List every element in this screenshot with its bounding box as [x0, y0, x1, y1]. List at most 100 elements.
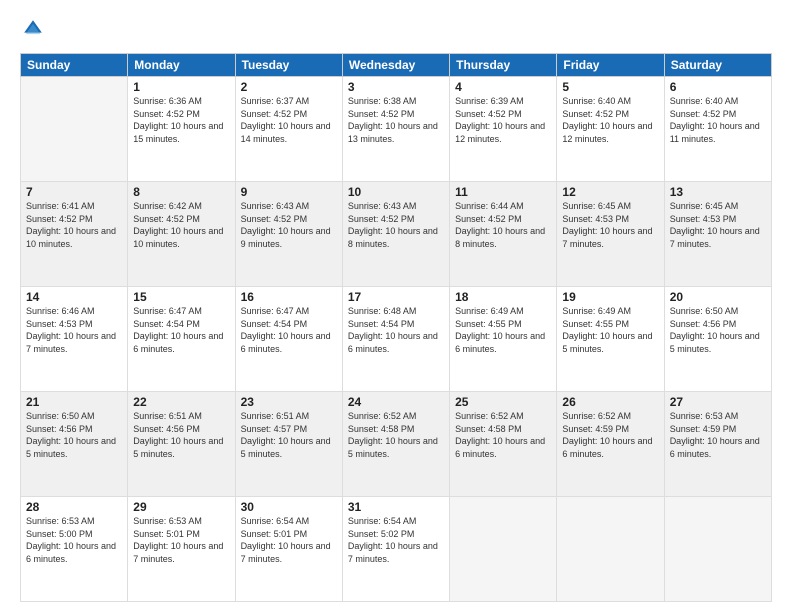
day-info: Sunrise: 6:40 AM Sunset: 4:52 PM Dayligh… — [670, 95, 766, 145]
calendar-cell: 8Sunrise: 6:42 AM Sunset: 4:52 PM Daylig… — [128, 182, 235, 287]
calendar-cell: 19Sunrise: 6:49 AM Sunset: 4:55 PM Dayli… — [557, 287, 664, 392]
day-info: Sunrise: 6:44 AM Sunset: 4:52 PM Dayligh… — [455, 200, 551, 250]
page: SundayMondayTuesdayWednesdayThursdayFrid… — [0, 0, 792, 612]
day-info: Sunrise: 6:52 AM Sunset: 4:58 PM Dayligh… — [455, 410, 551, 460]
day-info: Sunrise: 6:41 AM Sunset: 4:52 PM Dayligh… — [26, 200, 122, 250]
week-row-4: 21Sunrise: 6:50 AM Sunset: 4:56 PM Dayli… — [21, 392, 772, 497]
day-number: 17 — [348, 290, 444, 304]
calendar-cell — [21, 77, 128, 182]
logo — [20, 18, 48, 45]
day-info: Sunrise: 6:53 AM Sunset: 5:01 PM Dayligh… — [133, 515, 229, 565]
calendar-cell: 27Sunrise: 6:53 AM Sunset: 4:59 PM Dayli… — [664, 392, 771, 497]
day-info: Sunrise: 6:39 AM Sunset: 4:52 PM Dayligh… — [455, 95, 551, 145]
day-number: 12 — [562, 185, 658, 199]
calendar-cell: 21Sunrise: 6:50 AM Sunset: 4:56 PM Dayli… — [21, 392, 128, 497]
day-number: 11 — [455, 185, 551, 199]
calendar-cell: 18Sunrise: 6:49 AM Sunset: 4:55 PM Dayli… — [450, 287, 557, 392]
day-number: 16 — [241, 290, 337, 304]
day-info: Sunrise: 6:49 AM Sunset: 4:55 PM Dayligh… — [562, 305, 658, 355]
calendar-cell: 6Sunrise: 6:40 AM Sunset: 4:52 PM Daylig… — [664, 77, 771, 182]
calendar-cell — [450, 497, 557, 602]
day-number: 9 — [241, 185, 337, 199]
calendar-cell: 9Sunrise: 6:43 AM Sunset: 4:52 PM Daylig… — [235, 182, 342, 287]
calendar-cell: 29Sunrise: 6:53 AM Sunset: 5:01 PM Dayli… — [128, 497, 235, 602]
day-number: 1 — [133, 80, 229, 94]
week-row-1: 1Sunrise: 6:36 AM Sunset: 4:52 PM Daylig… — [21, 77, 772, 182]
day-info: Sunrise: 6:45 AM Sunset: 4:53 PM Dayligh… — [670, 200, 766, 250]
day-number: 10 — [348, 185, 444, 199]
weekday-header-monday: Monday — [128, 54, 235, 77]
calendar-cell: 22Sunrise: 6:51 AM Sunset: 4:56 PM Dayli… — [128, 392, 235, 497]
week-row-3: 14Sunrise: 6:46 AM Sunset: 4:53 PM Dayli… — [21, 287, 772, 392]
week-row-5: 28Sunrise: 6:53 AM Sunset: 5:00 PM Dayli… — [21, 497, 772, 602]
day-number: 5 — [562, 80, 658, 94]
day-info: Sunrise: 6:43 AM Sunset: 4:52 PM Dayligh… — [241, 200, 337, 250]
calendar-cell: 12Sunrise: 6:45 AM Sunset: 4:53 PM Dayli… — [557, 182, 664, 287]
day-number: 22 — [133, 395, 229, 409]
header — [20, 18, 772, 45]
day-info: Sunrise: 6:38 AM Sunset: 4:52 PM Dayligh… — [348, 95, 444, 145]
calendar-cell: 7Sunrise: 6:41 AM Sunset: 4:52 PM Daylig… — [21, 182, 128, 287]
day-info: Sunrise: 6:51 AM Sunset: 4:56 PM Dayligh… — [133, 410, 229, 460]
calendar-cell: 11Sunrise: 6:44 AM Sunset: 4:52 PM Dayli… — [450, 182, 557, 287]
calendar-cell: 13Sunrise: 6:45 AM Sunset: 4:53 PM Dayli… — [664, 182, 771, 287]
day-info: Sunrise: 6:36 AM Sunset: 4:52 PM Dayligh… — [133, 95, 229, 145]
day-number: 28 — [26, 500, 122, 514]
calendar-cell: 26Sunrise: 6:52 AM Sunset: 4:59 PM Dayli… — [557, 392, 664, 497]
day-number: 30 — [241, 500, 337, 514]
day-info: Sunrise: 6:43 AM Sunset: 4:52 PM Dayligh… — [348, 200, 444, 250]
day-info: Sunrise: 6:52 AM Sunset: 4:58 PM Dayligh… — [348, 410, 444, 460]
calendar-cell: 10Sunrise: 6:43 AM Sunset: 4:52 PM Dayli… — [342, 182, 449, 287]
day-number: 27 — [670, 395, 766, 409]
day-info: Sunrise: 6:48 AM Sunset: 4:54 PM Dayligh… — [348, 305, 444, 355]
day-info: Sunrise: 6:47 AM Sunset: 4:54 PM Dayligh… — [133, 305, 229, 355]
logo-icon — [22, 18, 44, 40]
day-info: Sunrise: 6:40 AM Sunset: 4:52 PM Dayligh… — [562, 95, 658, 145]
day-number: 15 — [133, 290, 229, 304]
calendar-cell: 1Sunrise: 6:36 AM Sunset: 4:52 PM Daylig… — [128, 77, 235, 182]
calendar-cell: 3Sunrise: 6:38 AM Sunset: 4:52 PM Daylig… — [342, 77, 449, 182]
weekday-header-thursday: Thursday — [450, 54, 557, 77]
day-number: 18 — [455, 290, 551, 304]
day-number: 20 — [670, 290, 766, 304]
calendar-cell: 23Sunrise: 6:51 AM Sunset: 4:57 PM Dayli… — [235, 392, 342, 497]
weekday-header-saturday: Saturday — [664, 54, 771, 77]
day-info: Sunrise: 6:53 AM Sunset: 4:59 PM Dayligh… — [670, 410, 766, 460]
day-number: 23 — [241, 395, 337, 409]
day-info: Sunrise: 6:47 AM Sunset: 4:54 PM Dayligh… — [241, 305, 337, 355]
calendar-cell: 31Sunrise: 6:54 AM Sunset: 5:02 PM Dayli… — [342, 497, 449, 602]
day-number: 6 — [670, 80, 766, 94]
calendar-table: SundayMondayTuesdayWednesdayThursdayFrid… — [20, 53, 772, 602]
day-number: 14 — [26, 290, 122, 304]
day-info: Sunrise: 6:37 AM Sunset: 4:52 PM Dayligh… — [241, 95, 337, 145]
weekday-header-row: SundayMondayTuesdayWednesdayThursdayFrid… — [21, 54, 772, 77]
calendar-cell: 20Sunrise: 6:50 AM Sunset: 4:56 PM Dayli… — [664, 287, 771, 392]
day-number: 7 — [26, 185, 122, 199]
calendar-cell — [664, 497, 771, 602]
day-info: Sunrise: 6:54 AM Sunset: 5:02 PM Dayligh… — [348, 515, 444, 565]
calendar-cell: 25Sunrise: 6:52 AM Sunset: 4:58 PM Dayli… — [450, 392, 557, 497]
day-number: 2 — [241, 80, 337, 94]
day-info: Sunrise: 6:52 AM Sunset: 4:59 PM Dayligh… — [562, 410, 658, 460]
calendar-cell: 4Sunrise: 6:39 AM Sunset: 4:52 PM Daylig… — [450, 77, 557, 182]
day-number: 3 — [348, 80, 444, 94]
calendar-cell: 28Sunrise: 6:53 AM Sunset: 5:00 PM Dayli… — [21, 497, 128, 602]
day-info: Sunrise: 6:54 AM Sunset: 5:01 PM Dayligh… — [241, 515, 337, 565]
day-number: 29 — [133, 500, 229, 514]
day-info: Sunrise: 6:51 AM Sunset: 4:57 PM Dayligh… — [241, 410, 337, 460]
day-number: 13 — [670, 185, 766, 199]
calendar-cell: 24Sunrise: 6:52 AM Sunset: 4:58 PM Dayli… — [342, 392, 449, 497]
day-info: Sunrise: 6:50 AM Sunset: 4:56 PM Dayligh… — [670, 305, 766, 355]
day-number: 4 — [455, 80, 551, 94]
day-info: Sunrise: 6:45 AM Sunset: 4:53 PM Dayligh… — [562, 200, 658, 250]
calendar-cell — [557, 497, 664, 602]
day-info: Sunrise: 6:50 AM Sunset: 4:56 PM Dayligh… — [26, 410, 122, 460]
weekday-header-friday: Friday — [557, 54, 664, 77]
calendar-cell: 30Sunrise: 6:54 AM Sunset: 5:01 PM Dayli… — [235, 497, 342, 602]
day-info: Sunrise: 6:46 AM Sunset: 4:53 PM Dayligh… — [26, 305, 122, 355]
day-info: Sunrise: 6:42 AM Sunset: 4:52 PM Dayligh… — [133, 200, 229, 250]
day-number: 19 — [562, 290, 658, 304]
calendar-cell: 17Sunrise: 6:48 AM Sunset: 4:54 PM Dayli… — [342, 287, 449, 392]
day-number: 8 — [133, 185, 229, 199]
day-info: Sunrise: 6:49 AM Sunset: 4:55 PM Dayligh… — [455, 305, 551, 355]
